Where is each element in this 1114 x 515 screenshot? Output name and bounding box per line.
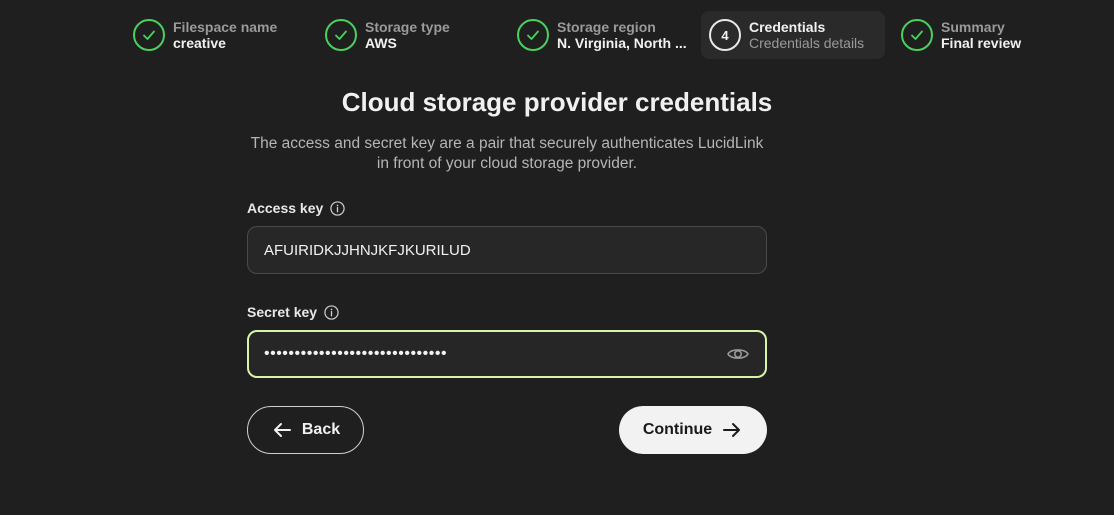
step-value: Final review — [941, 35, 1022, 51]
info-icon[interactable] — [324, 304, 339, 320]
access-key-label: Access key — [247, 200, 345, 216]
back-button-label: Back — [301, 421, 341, 438]
step-value: N. Virginia, North ... — [557, 35, 687, 51]
back-button[interactable]: Back — [247, 406, 364, 454]
access-key-input[interactable]: AFUIRIDKJJHNJKFJKURILUD — [247, 226, 767, 274]
step-filespace-name[interactable]: Filespace name creative — [133, 11, 303, 59]
secret-key-label: Secret key — [247, 304, 339, 320]
step-value: AWS — [365, 35, 397, 51]
arrow-right-icon — [721, 419, 743, 441]
check-icon — [517, 19, 549, 51]
continue-button[interactable]: Continue — [619, 406, 767, 454]
step-storage-type[interactable]: Storage type AWS — [325, 11, 495, 59]
page-description: The access and secret key are a pair tha… — [250, 135, 764, 172]
step-value: Credentials details — [749, 35, 865, 51]
secret-key-label-text: Secret key — [247, 304, 318, 320]
check-icon — [133, 19, 165, 51]
step-title: Storage type — [365, 19, 450, 35]
access-key-value: AFUIRIDKJJHNJKFJKURILUD — [264, 241, 471, 259]
step-value: creative — [173, 35, 226, 51]
secret-key-input[interactable]: •••••••••••••••••••••••••••••• — [247, 330, 767, 378]
info-icon[interactable] — [330, 200, 345, 216]
progress-stepper: Filespace name creative Storage type AWS… — [0, 11, 1114, 59]
step-title: Credentials — [749, 19, 826, 35]
eye-icon[interactable] — [726, 342, 750, 366]
step-title: Filespace name — [173, 19, 278, 35]
arrow-left-icon — [271, 419, 293, 441]
check-icon — [901, 19, 933, 51]
access-key-label-text: Access key — [247, 200, 324, 216]
continue-button-label: Continue — [642, 421, 713, 438]
step-storage-region[interactable]: Storage region N. Virginia, North ... — [517, 11, 692, 59]
step-title: Summary — [941, 19, 1005, 35]
step-title: Storage region — [557, 19, 656, 35]
secret-key-value: •••••••••••••••••••••••••••••• — [264, 345, 448, 362]
step-summary[interactable]: Summary Final review — [901, 11, 1071, 59]
step-credentials[interactable]: 4 Credentials Credentials details — [701, 11, 885, 59]
page-title: Cloud storage provider credentials — [341, 87, 773, 117]
create-filespace-page: Filespace name creative Storage type AWS… — [0, 0, 1114, 515]
check-icon — [325, 19, 357, 51]
step-number-badge: 4 — [709, 19, 741, 51]
